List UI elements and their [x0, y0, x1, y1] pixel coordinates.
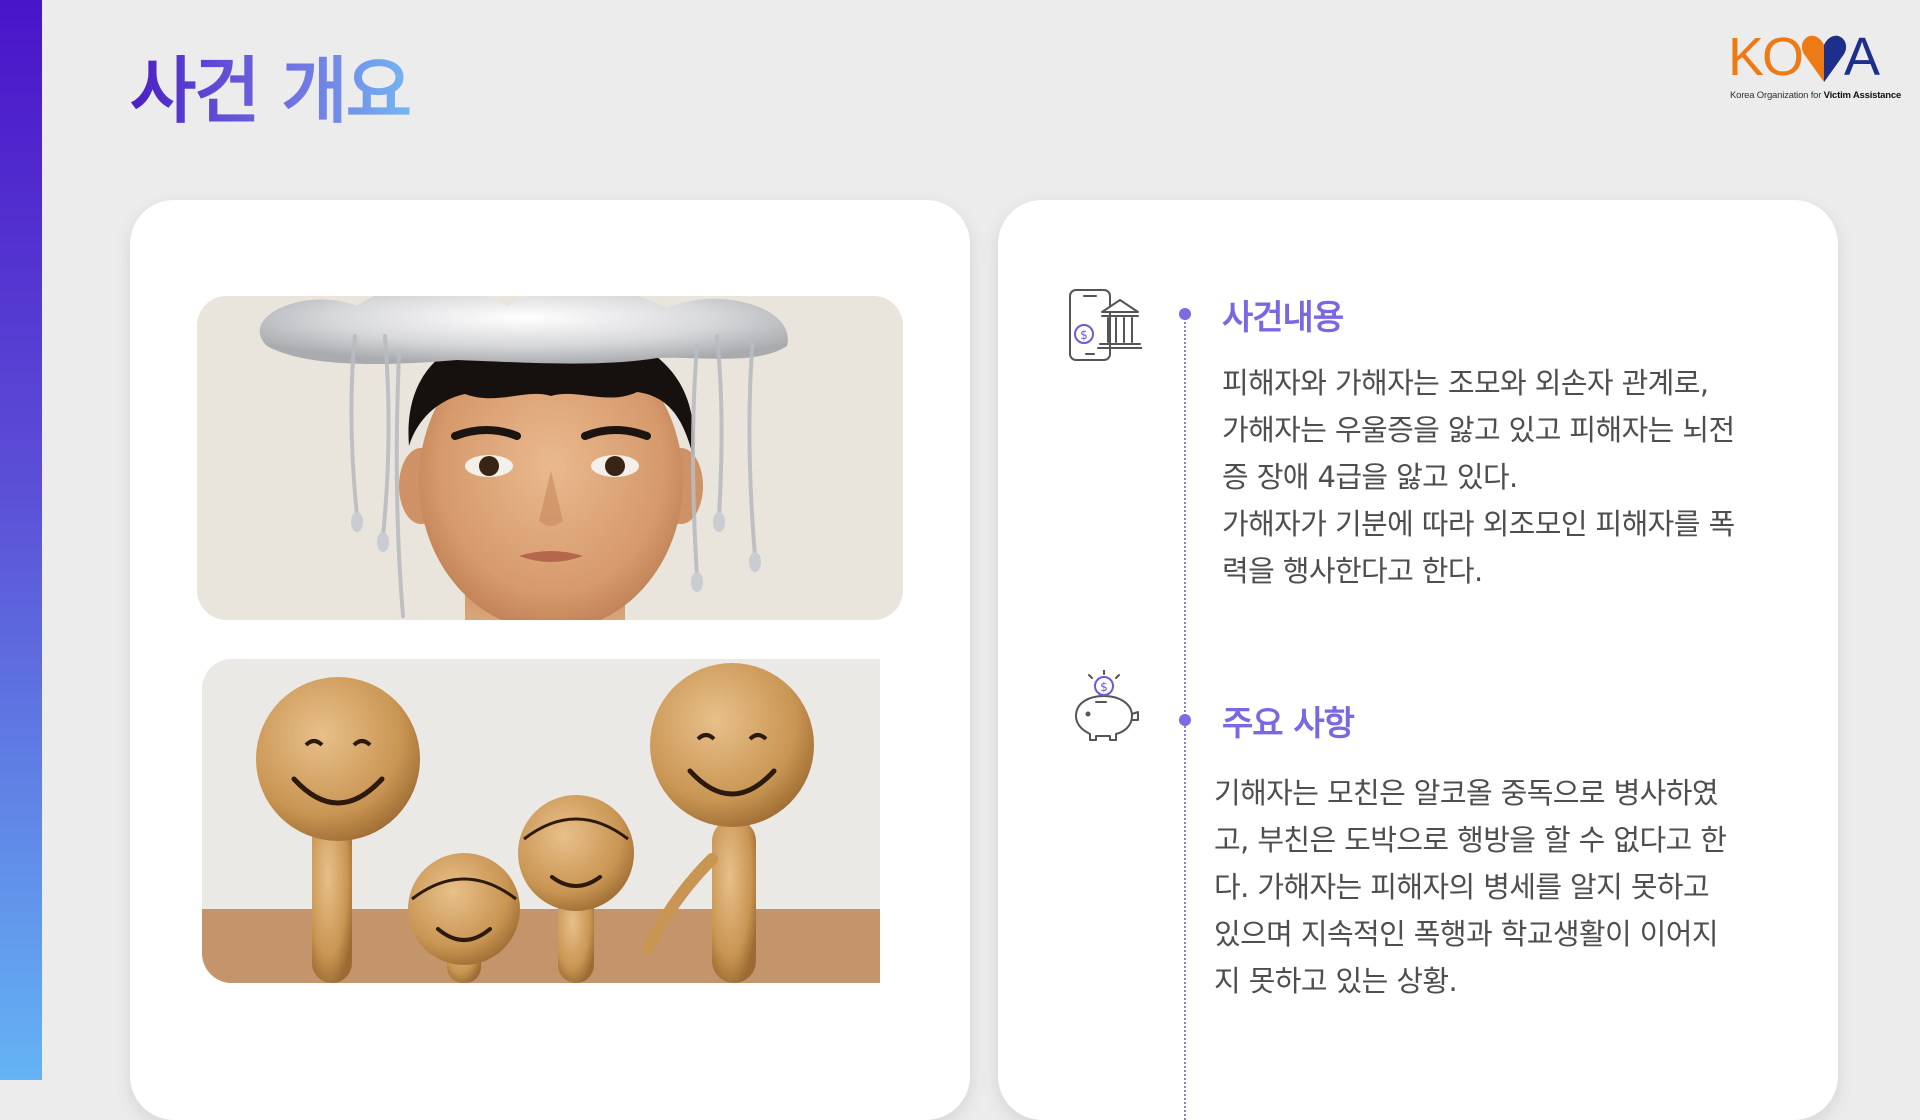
svg-text:$: $ — [1100, 680, 1108, 694]
section-heading-case-content: 사건내용 — [1222, 298, 1344, 338]
mobile-bank-icon: $ — [1069, 289, 1142, 361]
case-summary-card: $ 사건내용 피해자와 가해자는 조모와 외손자 관계로, 가해자는 우울증을 … — [998, 200, 1838, 1120]
page-title: 사건 개요 — [130, 49, 412, 133]
logo-tagline: Korea Organization for Victim Assistance — [1730, 90, 1901, 101]
logo-tagline-bold: Victim Assistance — [1823, 90, 1902, 101]
family-illustration — [202, 659, 880, 983]
section-heading-key-points: 주요 사항 — [1222, 704, 1355, 744]
piggy-bank-icon: $ — [1075, 670, 1139, 741]
images-card — [130, 200, 970, 1120]
boy-under-rain-cloud-photo — [197, 296, 903, 620]
logo-wordmark: KO A — [1728, 27, 1880, 87]
section-body-case-content: 피해자와 가해자는 조모와 외손자 관계로, 가해자는 우울증을 앓고 있고 피… — [1222, 366, 1735, 588]
logo-letters-right: A — [1844, 27, 1880, 87]
logo-tagline-prefix: Korea Organization for — [1730, 90, 1822, 101]
logo-letters-left: KO — [1728, 27, 1804, 87]
kova-logo: KO A Korea Organization for Victim Assis… — [1728, 27, 1901, 108]
wooden-family-figures-photo — [202, 659, 880, 983]
timeline-dot — [1179, 714, 1191, 726]
svg-text:$: $ — [1080, 328, 1088, 342]
logo-heart-icon — [1801, 35, 1847, 82]
section-body-key-points: 기해자는 모친은 알코올 중독으로 병사하였 고, 부친은 도박으로 행방을 할… — [1214, 776, 1727, 998]
accent-sidebar — [0, 0, 42, 1080]
timeline-dot — [1179, 308, 1191, 320]
boy-illustration — [197, 296, 903, 620]
